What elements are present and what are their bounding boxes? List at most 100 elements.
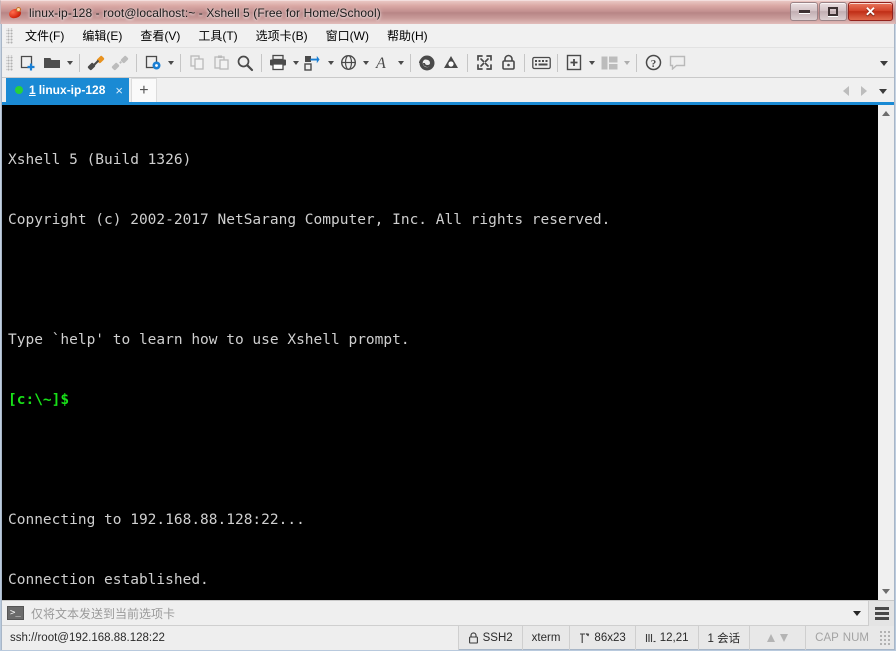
menu-file[interactable]: 文件(F) — [16, 24, 73, 47]
print-button[interactable] — [266, 51, 290, 75]
tab-nav-next-icon[interactable] — [858, 83, 870, 99]
xftp-button[interactable] — [415, 51, 439, 75]
new-file-button[interactable] — [562, 51, 586, 75]
web-dropdown-icon[interactable] — [360, 51, 371, 75]
copy-button[interactable] — [185, 51, 209, 75]
menu-window[interactable]: 窗口(W) — [317, 24, 378, 47]
help-button[interactable]: ? — [641, 51, 665, 75]
find-icon — [237, 55, 254, 71]
chat-icon — [669, 55, 685, 70]
menu-line — [874, 616, 889, 620]
tab-bar: 1 linux-ip-128 × + — [2, 78, 894, 105]
scroll-up-icon[interactable] — [878, 105, 894, 122]
status-cursor-position-label: 12,21 — [659, 631, 689, 644]
sendbar-menu-icon[interactable] — [868, 600, 894, 626]
toolbar-separator — [557, 53, 558, 72]
toolbar-overflow-chevron-icon[interactable] — [880, 48, 888, 78]
tab-list-chevron-icon[interactable] — [876, 83, 890, 99]
toolbar-separator — [180, 53, 181, 72]
menu-view[interactable]: 查看(V) — [131, 24, 189, 47]
xftp-icon — [419, 55, 435, 70]
menu-line — [874, 611, 889, 615]
session-properties-icon — [145, 55, 160, 70]
svg-text:?: ? — [650, 58, 656, 70]
layout-dropdown-icon[interactable] — [621, 51, 632, 75]
status-caps-label: CAP — [815, 631, 839, 644]
menu-tools[interactable]: 工具(T) — [189, 24, 246, 47]
open-session-dropdown-icon[interactable] — [64, 51, 75, 75]
menu-edit[interactable]: 编辑(E) — [73, 24, 131, 47]
scroll-down-icon[interactable] — [878, 583, 894, 600]
terminal-line: Type `help' to learn how to use Xshell p… — [8, 332, 410, 348]
session-properties-button[interactable] — [141, 51, 165, 75]
menu-tabs[interactable]: 选项卡(B) — [247, 24, 317, 47]
tab-close-icon[interactable]: × — [115, 84, 123, 97]
screen-size-icon — [580, 632, 590, 643]
toolbar-separator — [524, 53, 525, 72]
layout-button[interactable] — [597, 51, 621, 75]
close-button[interactable]: ✕ — [848, 2, 893, 21]
terminal-line: Connecting to 192.168.88.128:22... — [8, 512, 305, 528]
web-browser-button[interactable] — [336, 51, 360, 75]
maximize-button[interactable] — [819, 2, 847, 21]
fullscreen-button[interactable] — [472, 51, 496, 75]
transfer-file-dropdown-icon[interactable] — [325, 51, 336, 75]
terminal-line: Xshell 5 (Build 1326) — [8, 152, 192, 168]
terminal-scrollbar[interactable] — [877, 105, 894, 600]
xshell-window: linux-ip-128 - root@localhost:~ - Xshell… — [0, 0, 896, 651]
open-session-button[interactable] — [40, 51, 64, 75]
maximize-icon — [828, 7, 838, 16]
copy-icon — [189, 55, 204, 70]
font-button[interactable]: A — [371, 51, 395, 75]
tab-status-dot-icon — [15, 86, 23, 94]
minimize-button[interactable] — [790, 2, 818, 21]
connect-icon — [87, 55, 105, 70]
connect-button[interactable] — [84, 51, 108, 75]
download-arrow-icon — [780, 633, 789, 642]
svg-text:A: A — [375, 55, 386, 71]
minimize-icon — [798, 10, 810, 13]
new-file-dropdown-icon[interactable] — [586, 51, 597, 75]
toolbar-separator — [261, 53, 262, 72]
tab-nav-prev-icon[interactable] — [840, 83, 852, 99]
chat-button[interactable] — [665, 51, 689, 75]
lock-session-button[interactable] — [496, 51, 520, 75]
toolbar-grip-handle[interactable] — [6, 54, 13, 71]
help-icon: ? — [645, 54, 661, 71]
menu-help[interactable]: 帮助(H) — [378, 24, 437, 47]
new-tab-button[interactable]: + — [130, 78, 157, 102]
menu-line — [874, 606, 889, 610]
status-keyboard-indicators: CAP NUM — [806, 626, 878, 650]
paste-button[interactable] — [209, 51, 233, 75]
toolbar-separator — [79, 53, 80, 72]
xshell-button[interactable] — [439, 51, 463, 75]
window-title: linux-ip-128 - root@localhost:~ - Xshell… — [29, 5, 381, 20]
disconnect-button[interactable] — [108, 51, 132, 75]
status-num-label: NUM — [842, 631, 869, 644]
command-prompt-icon: >_ — [7, 606, 24, 620]
terminal-line: Copyright (c) 2002-2017 NetSarang Comput… — [8, 212, 611, 228]
find-button[interactable] — [233, 51, 257, 75]
xshell-app-icon — [7, 5, 23, 21]
keyboard-button[interactable] — [529, 51, 553, 75]
menu-grip-handle[interactable] — [6, 27, 13, 44]
transfer-file-button[interactable] — [301, 51, 325, 75]
terminal-output[interactable]: Xshell 5 (Build 1326) Copyright (c) 2002… — [2, 105, 877, 600]
new-session-button[interactable] — [16, 51, 40, 75]
tab-linux-ip-128[interactable]: 1 linux-ip-128 × — [6, 78, 129, 102]
status-terminal-type: xterm — [523, 625, 571, 650]
sendbar-dropdown-icon[interactable] — [846, 601, 868, 626]
open-folder-icon — [44, 57, 60, 68]
resize-grip[interactable] — [878, 630, 892, 645]
status-cursor-position: 12,21 — [636, 625, 699, 650]
session-properties-dropdown-icon[interactable] — [165, 51, 176, 75]
scrollbar-track[interactable] — [878, 122, 894, 583]
print-dropdown-icon[interactable] — [290, 51, 301, 75]
transfer-file-icon — [304, 55, 320, 71]
send-command-input[interactable]: 仅将文本发送到当前选项卡 — [31, 605, 846, 622]
font-dropdown-icon[interactable] — [395, 51, 406, 75]
status-connection-url: ssh://root@192.168.88.128:22 — [2, 625, 459, 650]
status-transfer-indicators — [750, 625, 807, 650]
